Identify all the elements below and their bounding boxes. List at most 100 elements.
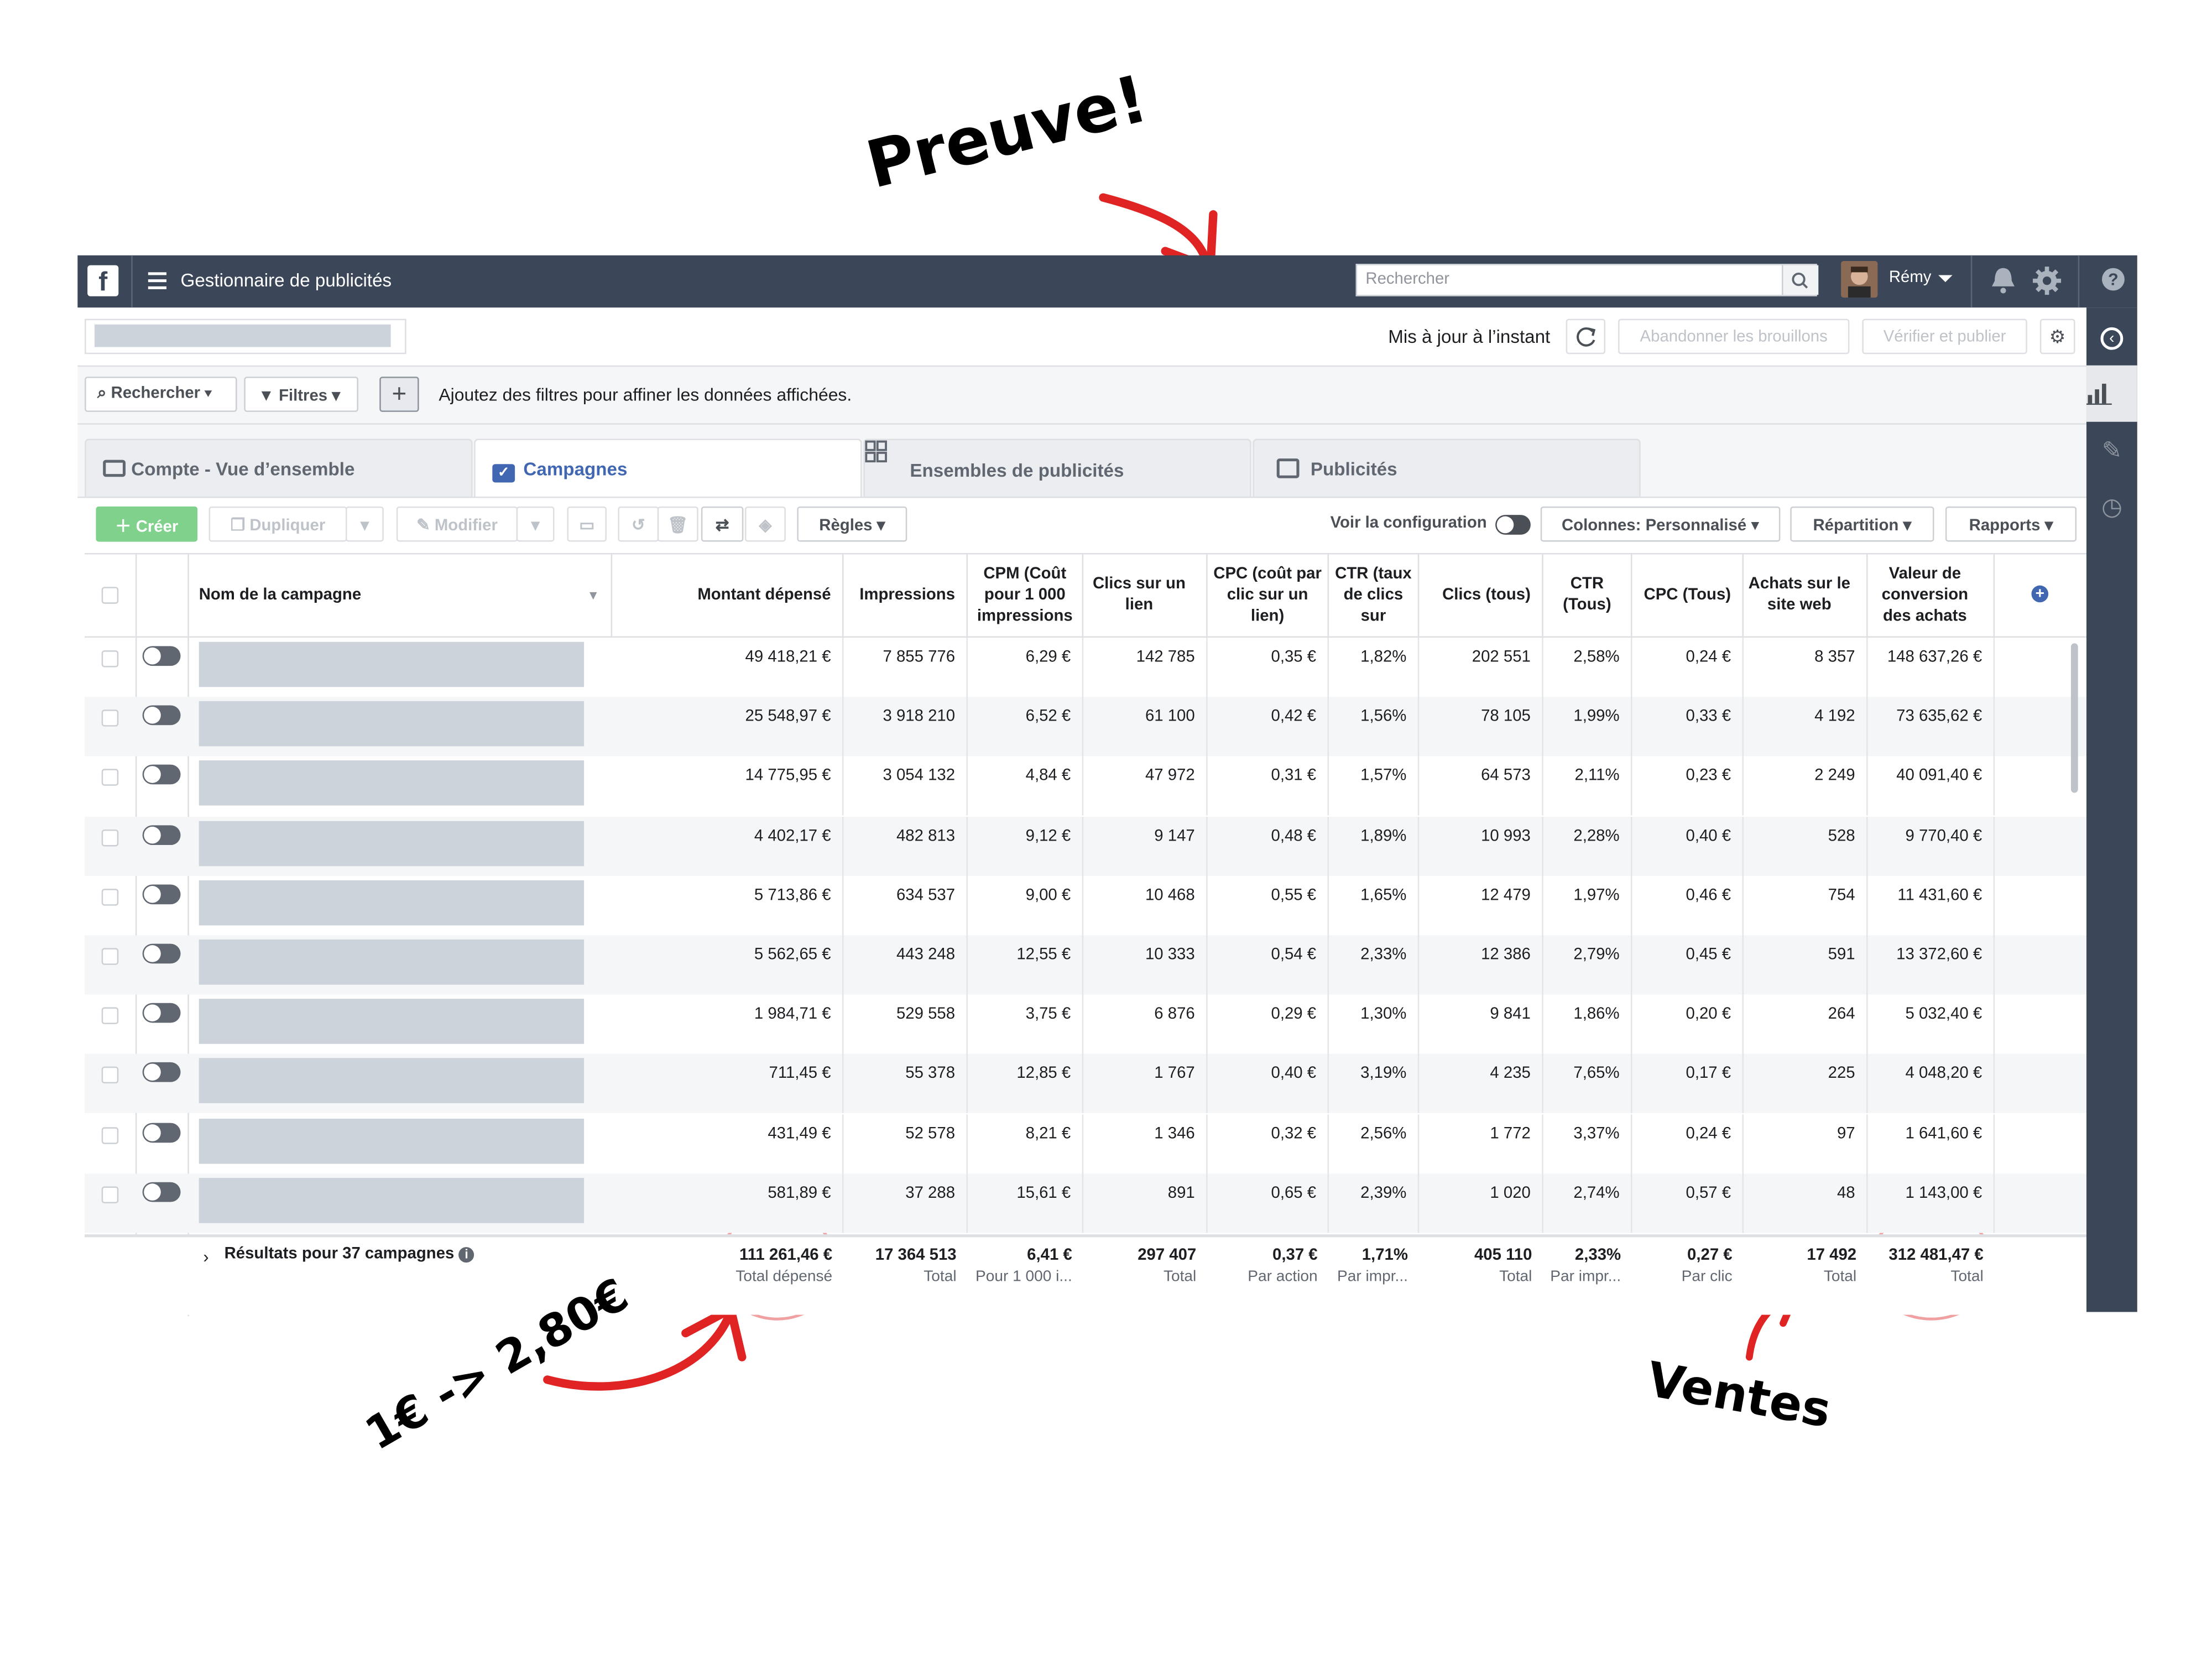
duplicate-dropdown-button[interactable]: ▾ (346, 506, 384, 542)
clipboard-icon[interactable]: ▭ (567, 506, 607, 542)
add-filter-button[interactable]: + (379, 377, 419, 412)
update-status: Mis à jour à l’instant (1388, 326, 1551, 347)
campaign-status-toggle[interactable] (142, 646, 181, 666)
tab-adsets[interactable]: Ensembles de publicités (863, 439, 1251, 497)
add-column-icon[interactable]: + (2031, 585, 2049, 603)
view-setup-toggle[interactable] (1495, 515, 1531, 535)
col-header-cpc-all[interactable]: CPC (Tous) (1632, 554, 1744, 637)
row-checkbox[interactable] (101, 828, 119, 846)
campaign-status-toggle[interactable] (142, 765, 181, 785)
row-checkbox[interactable] (101, 769, 119, 786)
campaign-name-redacted[interactable] (199, 701, 585, 747)
table-cell: 1,82% (1329, 638, 1420, 697)
table-cell: 6 876 (1083, 994, 1208, 1055)
search-dropdown-button[interactable]: ⌕ Rechercher ▾ (85, 377, 237, 412)
campaign-name-redacted[interactable] (199, 999, 585, 1045)
undo-icon[interactable]: ↺ (618, 506, 659, 542)
filters-dropdown-button[interactable]: ▼ Filtres ▾ (244, 377, 358, 412)
campaign-name-redacted[interactable] (199, 880, 585, 925)
edit-button[interactable]: ✎ Modifier (396, 506, 518, 542)
campaign-status-toggle[interactable] (142, 884, 181, 904)
edit-pencil-icon[interactable]: ✎ (2086, 423, 2137, 479)
columns-dropdown-button[interactable]: Colonnes: Personnalisé ▾ (1540, 506, 1781, 542)
table-cell: 1 346 (1083, 1114, 1208, 1173)
col-header-purchase-value[interactable]: Valeur de conversion des achats (1868, 554, 1995, 637)
reports-dropdown-button[interactable]: Rapports ▾ (1945, 506, 2077, 542)
discard-drafts-button[interactable]: Abandonner les brouillons (1618, 319, 1850, 354)
col-header-impressions[interactable]: Impressions (844, 554, 968, 637)
review-publish-button[interactable]: Vérifier et publier (1862, 319, 2027, 354)
col-header-clicks-all[interactable]: Clics (tous) (1419, 554, 1543, 637)
campaign-name-redacted[interactable] (199, 1118, 585, 1164)
filter-bar (77, 365, 2086, 425)
col-header-cpc-link[interactable]: CPC (coût par clic sur un lien) (1208, 554, 1329, 637)
campaign-status-toggle[interactable] (142, 1062, 181, 1083)
info-icon[interactable]: i (458, 1247, 474, 1263)
campaign-name-redacted[interactable] (199, 820, 585, 866)
row-checkbox[interactable] (101, 1186, 119, 1203)
col-header-ctr-all[interactable]: CTR (Tous) (1543, 554, 1632, 637)
user-menu-chevron-icon[interactable] (1938, 275, 1953, 283)
history-clock-icon[interactable]: ◷ (2086, 479, 2137, 536)
hamburger-menu-icon[interactable] (148, 272, 167, 289)
total-label: Total (1499, 1268, 1532, 1285)
table-cell: 4,84 € (968, 757, 1084, 816)
col-label: Clics (tous) (1442, 586, 1531, 603)
row-checkbox[interactable] (101, 650, 119, 667)
settings-gear-icon[interactable]: ⚙ (2039, 319, 2075, 354)
delete-trash-icon[interactable]: 🗑 (657, 506, 698, 542)
row-checkbox[interactable] (101, 709, 119, 727)
row-checkbox[interactable] (101, 1126, 119, 1144)
user-avatar[interactable] (1841, 260, 1878, 298)
refresh-button[interactable] (1566, 319, 1606, 354)
row-checkbox[interactable] (101, 888, 119, 906)
rules-dropdown-button[interactable]: Règles ▾ (797, 506, 907, 542)
table-cell: 2,11% (1543, 757, 1632, 816)
col-header-website-purchases[interactable]: Achats sur le site web (1744, 554, 1868, 637)
campaign-status-toggle[interactable] (142, 825, 181, 845)
tab-ads[interactable]: Publicités (1253, 439, 1641, 497)
help-icon[interactable]: ? (2102, 268, 2125, 291)
col-header-link-clicks[interactable]: Clics sur un lien (1083, 554, 1208, 637)
reporting-chart-icon[interactable] (2086, 365, 2137, 422)
account-overview-icon (103, 460, 126, 477)
campaign-name-redacted[interactable] (199, 641, 585, 687)
col-header-ctr-link[interactable]: CTR (taux de clics sur (1329, 554, 1420, 637)
table-cell: 8,21 € (968, 1114, 1084, 1173)
campaign-status-toggle[interactable] (142, 1122, 181, 1142)
collapse-sidebar-icon[interactable]: ‹ (2086, 307, 2137, 364)
search-icon[interactable] (1781, 265, 1819, 295)
campaign-name-redacted[interactable] (199, 1058, 585, 1104)
campaign-status-toggle[interactable] (142, 705, 181, 726)
table-scrollbar[interactable] (2070, 643, 2078, 793)
campaign-status-toggle[interactable] (142, 1182, 181, 1202)
campaign-name-redacted[interactable] (199, 1177, 585, 1223)
col-header-campaign-name[interactable]: Nom de la campagne ▼ (189, 554, 613, 637)
edit-dropdown-button[interactable]: ▾ (516, 506, 555, 542)
table-cell: 264 (1744, 994, 1868, 1055)
account-name-redacted (94, 324, 391, 347)
duplicate-button[interactable]: ❐ Dupliquer (208, 506, 347, 542)
campaign-status-toggle[interactable] (142, 943, 181, 964)
breakdown-dropdown-button[interactable]: Répartition ▾ (1790, 506, 1934, 542)
col-header-cpm[interactable]: CPM (Coût pour 1 000 impressions (968, 554, 1084, 637)
col-header-amount-spent[interactable]: Montant dépensé (612, 554, 844, 637)
create-button[interactable]: ＋ Créer (96, 506, 198, 542)
global-search-input[interactable]: Rechercher (1355, 264, 1817, 296)
select-all-checkbox[interactable] (101, 587, 119, 604)
campaign-status-toggle[interactable] (142, 1003, 181, 1023)
campaign-name-redacted[interactable] (199, 939, 585, 985)
row-checkbox[interactable] (101, 1007, 119, 1025)
facebook-logo-icon[interactable]: f (87, 265, 119, 298)
tab-campaigns[interactable]: ✓ Campagnes (474, 439, 862, 500)
row-checkbox[interactable] (101, 1067, 119, 1084)
totals-expand-chevron-icon[interactable]: › (203, 1247, 208, 1267)
table-cell: 1 767 (1083, 1054, 1208, 1114)
campaign-name-redacted[interactable] (199, 760, 585, 806)
row-checkbox[interactable] (101, 948, 119, 965)
tag-icon[interactable]: ◈ (744, 506, 786, 542)
tab-account-overview[interactable]: Compte - Vue d’ensemble (85, 439, 473, 497)
user-name[interactable]: Rémy (1889, 269, 1932, 286)
sort-chevron-icon[interactable]: ▼ (587, 585, 599, 606)
ab-test-icon[interactable]: ⇄ (701, 506, 744, 542)
